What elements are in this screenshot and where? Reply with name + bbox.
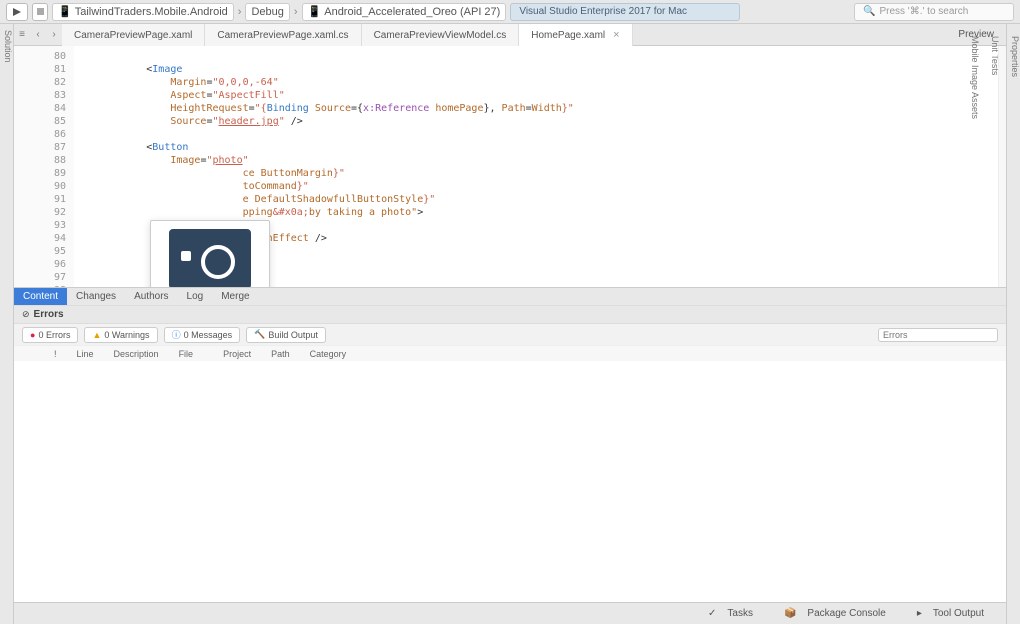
- tab-merge[interactable]: Merge: [212, 288, 258, 305]
- properties-pad-tab[interactable]: Properties: [1010, 36, 1020, 624]
- tab-camerapreviewpage-xaml[interactable]: CameraPreviewPage.xaml: [62, 24, 205, 46]
- error-icon: ⊘: [22, 309, 30, 320]
- pill-warnings[interactable]: ▲0 Warnings: [84, 327, 157, 343]
- solution-pad-tab[interactable]: Solution: [0, 24, 14, 624]
- line-gutter: 8081828384858687888990919293949596979899…: [14, 46, 74, 287]
- pill-build-output[interactable]: 🔨Build Output: [246, 327, 326, 343]
- col-category[interactable]: Category: [310, 349, 347, 359]
- chevron-icon: [238, 6, 242, 18]
- nav-back-icon[interactable]: ‹: [30, 29, 46, 40]
- status-display: Visual Studio Enterprise 2017 for Mac: [510, 3, 740, 21]
- tab-camerapreviewpage-cs[interactable]: CameraPreviewPage.xaml.cs: [205, 24, 361, 46]
- chevron-icon: [294, 6, 298, 18]
- status-tasks[interactable]: ✓ Tasks: [701, 602, 767, 625]
- tab-changes[interactable]: Changes: [67, 288, 125, 305]
- run-button[interactable]: [6, 3, 28, 21]
- pill-errors[interactable]: ●0 Errors: [22, 327, 78, 343]
- close-tab-icon[interactable]: ×: [613, 29, 619, 41]
- tab-log[interactable]: Log: [178, 288, 213, 305]
- col-line[interactable]: Line: [77, 349, 94, 359]
- col-description[interactable]: Description: [114, 349, 159, 359]
- search-icon: 🔍: [863, 6, 875, 17]
- tab-content[interactable]: Content: [14, 288, 67, 305]
- errors-pad-header[interactable]: ⊘Errors: [14, 305, 1006, 323]
- col-project[interactable]: Project: [223, 349, 251, 359]
- nav-fwd-icon[interactable]: ›: [46, 29, 62, 40]
- tab-authors[interactable]: Authors: [125, 288, 177, 305]
- tabs-overflow-icon[interactable]: ≡: [14, 29, 30, 40]
- right-pads: Properties Unit Tests Mobile Image Asset…: [1006, 24, 1020, 624]
- source-control-tabs: Content Changes Authors Log Merge: [14, 287, 1006, 305]
- tab-camerapreviewviewmodel[interactable]: CameraPreviewViewModel.cs: [362, 24, 520, 46]
- project-selector[interactable]: 📱TailwindTraders.Mobile.Android: [52, 3, 234, 21]
- code-editor[interactable]: 8081828384858687888990919293949596979899…: [14, 46, 1006, 287]
- error-list-body: [14, 361, 1006, 602]
- error-columns: ! Line Description File Project Path Cat…: [14, 345, 1006, 361]
- tab-homepage-active[interactable]: HomePage.xaml×: [519, 24, 632, 46]
- status-bar: ✓ Tasks 📦 Package Console ▸ Tool Output: [14, 602, 1006, 624]
- col-file[interactable]: File: [179, 349, 194, 359]
- minimap[interactable]: [998, 46, 1006, 287]
- pill-messages[interactable]: ⓘ0 Messages: [164, 327, 241, 343]
- top-toolbar: 📱TailwindTraders.Mobile.Android Debug 📱A…: [0, 0, 1020, 24]
- warning-icon: ▲: [92, 330, 101, 340]
- col-path[interactable]: Path: [271, 349, 290, 359]
- stop-button[interactable]: [32, 3, 48, 21]
- editor-tabs: ≡ ‹ › CameraPreviewPage.xaml CameraPrevi…: [14, 24, 1006, 46]
- global-search[interactable]: 🔍Press '⌘.' to search: [854, 3, 1014, 21]
- build-icon: 🔨: [254, 329, 265, 340]
- status-package-console[interactable]: 📦 Package Console: [777, 602, 900, 625]
- error-filter-row: ●0 Errors ▲0 Warnings ⓘ0 Messages 🔨Build…: [14, 323, 1006, 345]
- info-icon: ⓘ: [172, 328, 181, 341]
- device-selector[interactable]: 📱Android_Accelerated_Oreo (API 27): [302, 3, 507, 21]
- col-priority[interactable]: !: [54, 349, 57, 359]
- config-selector[interactable]: Debug: [245, 3, 289, 21]
- camera-icon: [169, 229, 251, 287]
- image-tooltip-popup: Navigate To Image Available (Command+D) …: [150, 220, 270, 287]
- error-dot-icon: ●: [30, 330, 35, 340]
